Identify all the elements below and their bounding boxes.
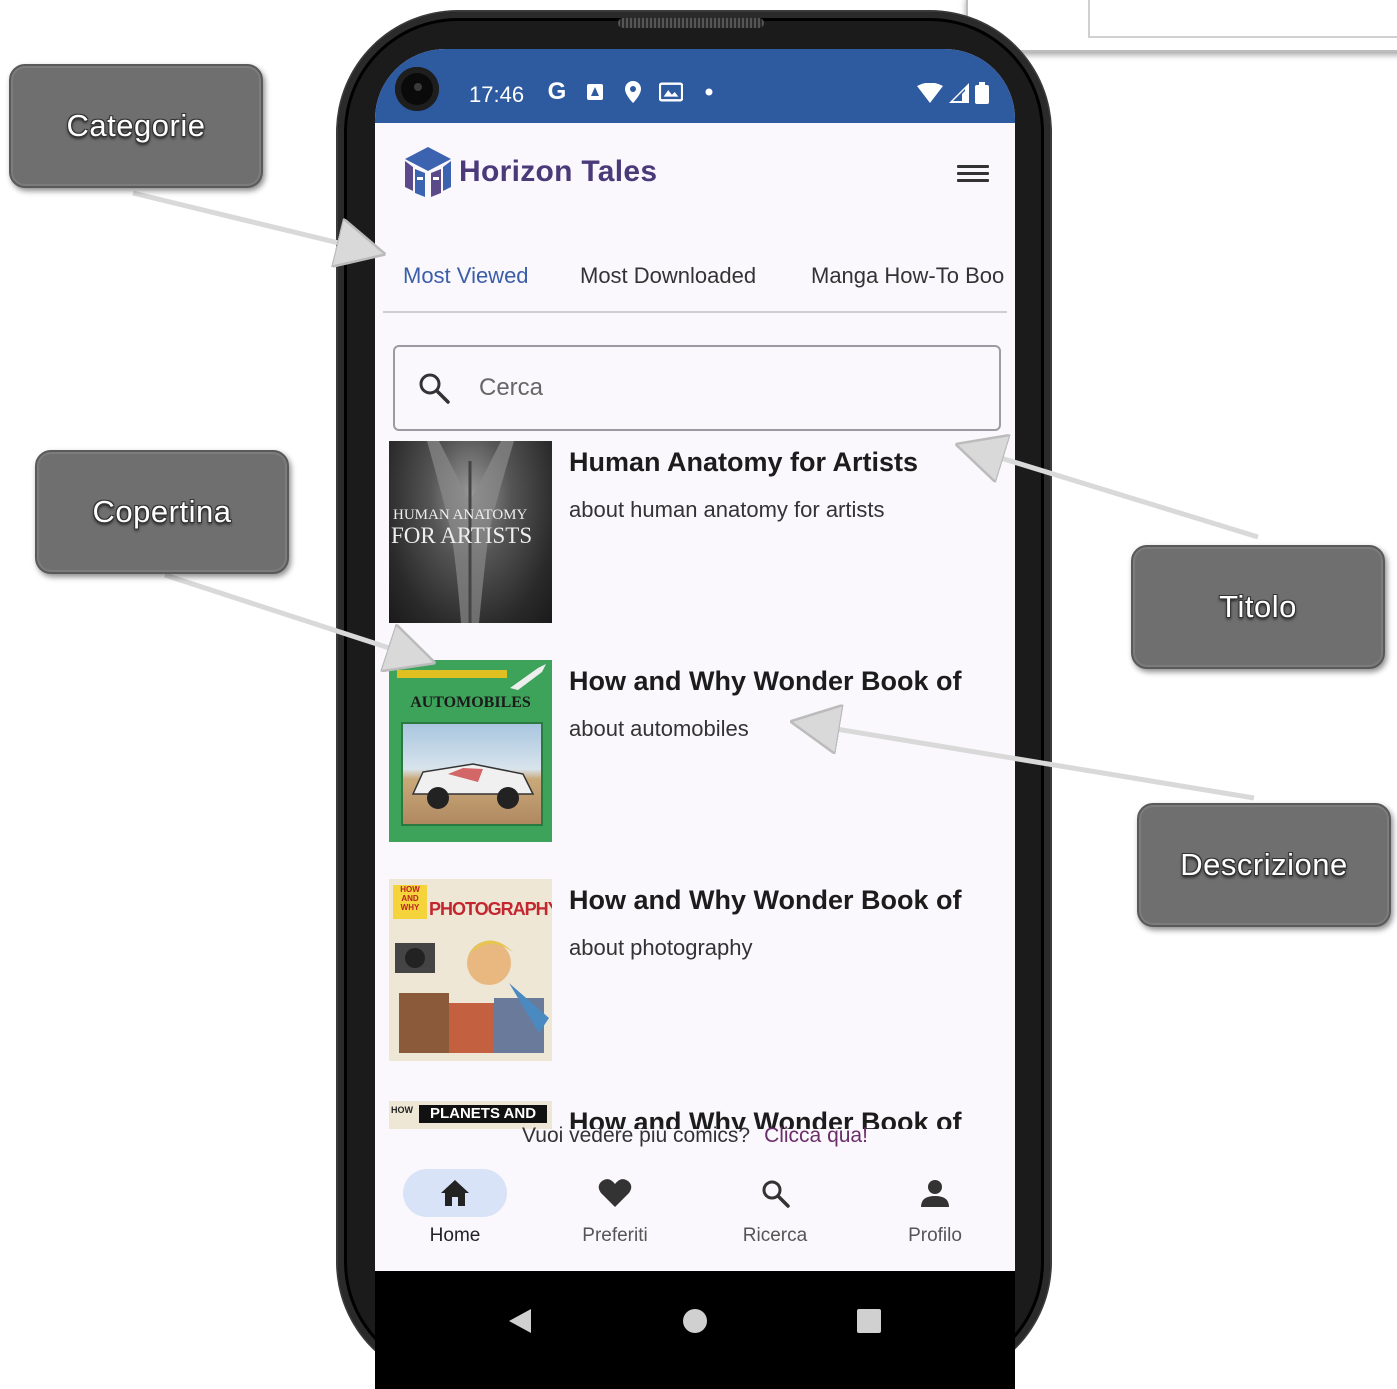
phone-speaker	[618, 18, 764, 28]
rocket-icon	[510, 664, 546, 690]
phone-screen: 17:46 G Horizon Tales Most Viewed Most D…	[375, 49, 1015, 1389]
book-list: HUMAN ANATOMY FOR ARTISTS Human Anatomy …	[375, 441, 1015, 1129]
background-window-inner	[1088, 0, 1397, 38]
callout-titolo: Titolo	[1131, 545, 1385, 669]
gallery-icon	[659, 80, 683, 104]
book-description: about photography	[569, 935, 753, 960]
more-comics-banner: Vuoi vedere più comics? Clicca qua!	[375, 1124, 1015, 1148]
book-cover: AUTOMOBILES	[389, 660, 552, 842]
cover-title: PHOTOGRAPHY	[429, 899, 552, 919]
nav-profile-label: Profilo	[908, 1225, 962, 1246]
cover-title-line2: FOR ARTISTS	[391, 523, 533, 548]
cover-badge: HOW	[391, 1105, 413, 1115]
google-icon: G	[547, 78, 567, 105]
list-item[interactable]: AUTOMOBILES How and Why Wonder Book of a…	[389, 660, 1001, 842]
list-item[interactable]: HOW AND WHY PHOTOGRAPHY How and Why Wond…	[389, 879, 1001, 1061]
nav-profile[interactable]: Profilo	[855, 1169, 1015, 1247]
app-notification-icon	[583, 80, 607, 104]
app-bar: Horizon Tales	[375, 123, 1015, 223]
book-description: about human anatomy for artists	[569, 497, 885, 522]
cover-banner	[397, 670, 507, 678]
home-icon	[441, 1180, 469, 1206]
wifi-icon	[917, 82, 943, 108]
list-item[interactable]: HUMAN ANATOMY FOR ARTISTS Human Anatomy …	[389, 441, 1001, 623]
book-cover: HUMAN ANATOMY FOR ARTISTS	[389, 441, 552, 623]
callout-descrizione: Descrizione	[1137, 803, 1391, 927]
menu-line	[957, 172, 989, 175]
nav-home[interactable]: Home	[375, 1169, 535, 1247]
book-cover: HOW AND WHY PHOTOGRAPHY	[389, 879, 552, 1061]
callout-categorie: Categorie	[9, 64, 263, 188]
horizon-tales-logo-icon	[405, 147, 451, 197]
photography-collage-art	[395, 940, 549, 1053]
hamburger-menu-button[interactable]	[957, 161, 989, 187]
battery-icon	[975, 82, 989, 109]
nav-home-label: Home	[429, 1225, 481, 1246]
more-comics-link[interactable]: Clicca qua!	[764, 1124, 868, 1147]
nav-search-indicator	[723, 1169, 827, 1217]
cover-title: AUTOMOBILES	[410, 694, 531, 711]
category-tabs: Most Viewed Most Downloaded Manga How-To…	[383, 243, 1007, 313]
tab-manga-how-to-books[interactable]: Manga How-To Boo	[811, 263, 1004, 289]
more-notifications-dot-icon	[697, 80, 721, 104]
status-time: 17:46	[469, 82, 525, 107]
app-title: Horizon Tales	[459, 155, 658, 188]
home-circle-icon[interactable]	[682, 1307, 708, 1335]
tab-most-viewed[interactable]: Most Viewed	[403, 263, 529, 289]
menu-line	[957, 179, 989, 182]
callout-copertina: Copertina	[35, 450, 289, 574]
search-icon	[419, 373, 450, 404]
more-comics-prompt: Vuoi vedere più comics?	[522, 1124, 751, 1147]
notification-icons: G	[545, 78, 721, 105]
cover-title-line1: HUMAN ANATOMY	[393, 507, 528, 523]
search-input[interactable]	[477, 365, 981, 411]
nav-search-label: Ricerca	[742, 1225, 808, 1246]
search-icon	[762, 1180, 790, 1208]
nav-favorites-indicator	[563, 1169, 667, 1217]
signal-icon	[949, 83, 969, 108]
bottom-navigation: Home Preferiti Ricerca Profilo	[375, 1159, 1015, 1275]
nav-search[interactable]: Ricerca	[695, 1169, 855, 1247]
tab-most-downloaded[interactable]: Most Downloaded	[580, 263, 756, 289]
back-icon[interactable]	[507, 1307, 533, 1335]
system-navigation-bar	[375, 1271, 1015, 1389]
cover-badge: HOW AND WHY	[393, 885, 427, 919]
background-window-panel	[966, 0, 1397, 52]
book-title: How and Why Wonder Book of	[569, 666, 962, 696]
recents-square-icon[interactable]	[856, 1307, 882, 1335]
menu-line	[957, 165, 989, 168]
front-camera	[395, 67, 439, 111]
nav-profile-indicator	[883, 1169, 987, 1217]
location-icon	[621, 80, 645, 104]
book-description: about automobiles	[569, 716, 749, 741]
system-status-icons	[917, 82, 989, 109]
status-bar: 17:46 G	[375, 49, 1015, 123]
cover-photo	[401, 722, 543, 826]
cover-title: PLANETS AND	[419, 1105, 547, 1123]
car-illustration	[411, 763, 535, 809]
person-icon	[921, 1180, 949, 1207]
phone-frame: 17:46 G Horizon Tales Most Viewed Most D…	[338, 12, 1050, 1389]
search-box	[393, 345, 1001, 431]
nav-favorites-label: Preferiti	[582, 1225, 648, 1246]
heart-icon	[598, 1179, 632, 1207]
book-title: Human Anatomy for Artists	[569, 447, 919, 477]
nav-favorites[interactable]: Preferiti	[535, 1169, 695, 1247]
book-title: How and Why Wonder Book of	[569, 885, 962, 915]
nav-home-indicator	[403, 1169, 507, 1217]
